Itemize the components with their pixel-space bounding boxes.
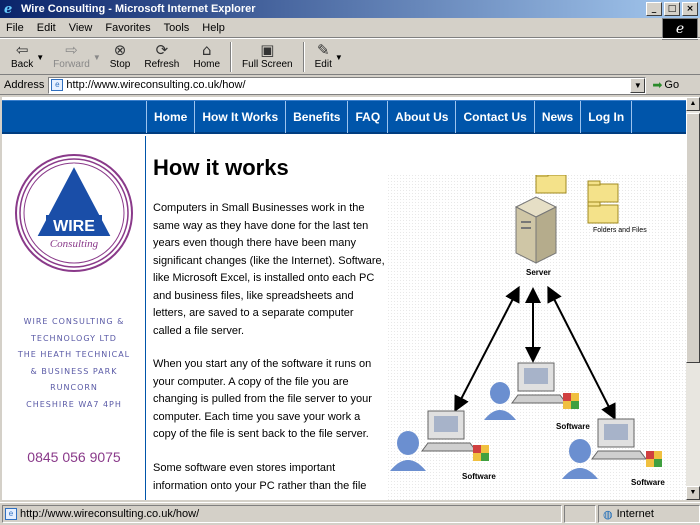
nav-news[interactable]: News (533, 101, 580, 133)
refresh-button[interactable]: ⟳ Refresh (137, 41, 186, 74)
menu-file[interactable]: File (6, 22, 24, 34)
window-title: Wire Consulting - Microsoft Internet Exp… (21, 3, 256, 15)
browser-toolbar: ⇦ Back ▼ ⇨ Forward ▼ ⊗ Stop ⟳ Refresh ⌂ … (0, 38, 700, 75)
page-title: How it works (153, 155, 289, 180)
maximize-button[interactable]: □ (664, 2, 680, 16)
menu-edit[interactable]: Edit (37, 22, 56, 34)
internet-zone-icon: ◍ (603, 507, 613, 521)
nav-how-it-works[interactable]: How It Works (194, 101, 285, 133)
wire-logo[interactable]: WIRE Consulting (12, 151, 136, 275)
forward-arrow-icon: ⇨ (65, 41, 78, 59)
paragraph: When you start any of the software it ru… (153, 358, 372, 440)
server-label: Server (526, 268, 551, 277)
edit-dropdown-icon[interactable]: ▼ (335, 53, 343, 62)
back-button[interactable]: ⇦ Back (4, 41, 40, 74)
scroll-down-button[interactable]: ▼ (686, 486, 700, 500)
home-icon: ⌂ (201, 41, 212, 59)
paragraph: Computers in Small Businesses work in th… (153, 202, 385, 337)
nav-home[interactable]: Home (146, 101, 194, 133)
stop-icon: ⊗ (113, 41, 127, 59)
menu-tools[interactable]: Tools (164, 22, 190, 34)
logo-name: WIRE (53, 218, 95, 235)
folder-icon (535, 175, 567, 194)
nav-log-in[interactable]: Log In (580, 101, 633, 133)
title-bar: e Wire Consulting - Microsoft Internet E… (0, 0, 700, 18)
software-label: Software (462, 472, 496, 481)
logo-sub: Consulting (50, 238, 99, 250)
address-label: Address (4, 79, 45, 91)
forward-dropdown-icon[interactable]: ▼ (93, 53, 101, 62)
menu-favorites[interactable]: Favorites (105, 22, 150, 34)
server-icon (514, 196, 558, 264)
nav-contact-us[interactable]: Contact Us (455, 101, 533, 133)
window-controls: _ □ × (646, 2, 698, 16)
network-diagram: Folders and Files Server Software Softwa… (388, 175, 686, 500)
ie-throbber-icon: e (662, 18, 698, 40)
company-address: WIRE CONSULTING & TECHNOLOGY LTD THE HEA… (17, 317, 131, 409)
home-button[interactable]: ⌂ Home (186, 41, 227, 74)
zone-label: Internet (616, 508, 654, 520)
address-dropdown-icon[interactable]: ▼ (630, 77, 646, 93)
address-url: http://www.wireconsulting.co.uk/how/ (66, 79, 246, 91)
page-viewport: Home How It Works Benefits FAQ About Us … (2, 97, 686, 500)
page-icon: e (51, 79, 64, 91)
scroll-up-button[interactable]: ▲ (686, 97, 700, 111)
edit-icon: ✎ (316, 41, 330, 59)
fullscreen-icon: ▣ (260, 41, 275, 59)
folder-icon (587, 201, 619, 224)
paragraph: Some software even stores important info… (153, 462, 367, 492)
minimize-button[interactable]: _ (646, 2, 662, 16)
nav-about-us[interactable]: About Us (387, 101, 455, 133)
address-input[interactable]: e http://www.wireconsulting.co.uk/how/ ▼ (48, 76, 647, 94)
folder-icon (587, 180, 619, 203)
forward-button[interactable]: ⇨ Forward (46, 41, 97, 74)
ie-logo-icon: e (4, 1, 13, 17)
status-bar: e http://www.wireconsulting.co.uk/how/ ◍… (0, 502, 700, 525)
site-nav: Home How It Works Benefits FAQ About Us … (2, 100, 686, 134)
software-label: Software (556, 422, 590, 431)
software-label: Software (631, 478, 665, 487)
folders-label: Folders and Files (593, 227, 647, 234)
nav-faq[interactable]: FAQ (347, 101, 387, 133)
menu-help[interactable]: Help (202, 22, 225, 34)
menu-bar: File Edit View Favorites Tools Help (0, 18, 700, 38)
status-url: http://www.wireconsulting.co.uk/how/ (20, 508, 200, 520)
nav-benefits[interactable]: Benefits (285, 101, 347, 133)
vertical-scrollbar[interactable]: ▲ ▼ (686, 97, 700, 500)
refresh-icon: ⟳ (155, 41, 169, 59)
back-dropdown-icon[interactable]: ▼ (36, 53, 44, 62)
fullscreen-button[interactable]: ▣ Full Screen (235, 41, 300, 74)
toolbar-separator (230, 42, 233, 72)
go-button[interactable]: ➡ Go (652, 78, 679, 92)
phone-number: 0845 056 9075 (27, 449, 121, 465)
back-arrow-icon: ⇦ (15, 41, 29, 59)
scroll-thumb[interactable] (686, 113, 700, 363)
close-button[interactable]: × (682, 2, 698, 16)
sidebar: WIRE Consulting WIRE CONSULTING & TECHNO… (2, 136, 146, 500)
page-icon: e (5, 508, 17, 520)
toolbar-separator (302, 42, 305, 72)
go-arrow-icon: ➡ (652, 78, 663, 92)
menu-view[interactable]: View (69, 22, 93, 34)
stop-button[interactable]: ⊗ Stop (103, 41, 138, 74)
address-bar: Address e http://www.wireconsulting.co.u… (0, 76, 700, 95)
